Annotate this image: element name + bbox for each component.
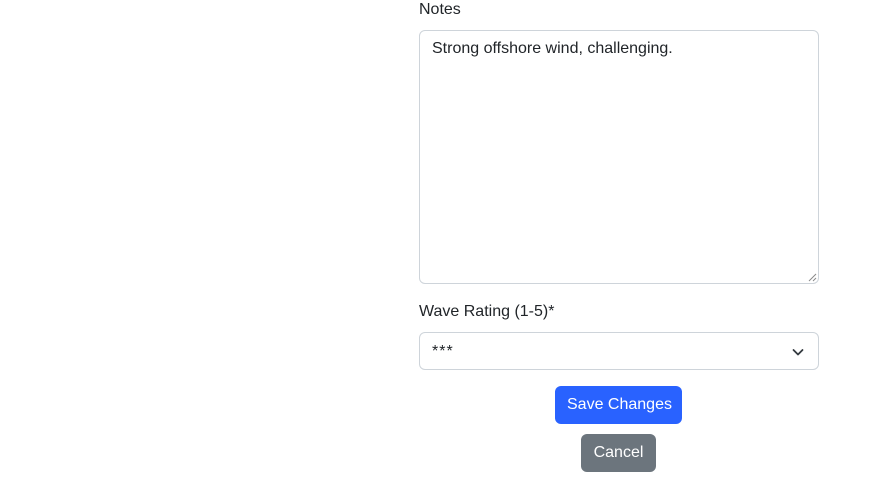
wave-rating-label: Wave Rating (1-5)* [419,303,555,320]
chevron-down-icon [792,349,804,356]
wave-rating-selected-value: *** [432,343,454,360]
notes-label: Notes [419,1,461,18]
notes-textarea[interactable]: Strong offshore wind, challenging. [419,30,819,284]
resize-grip-icon[interactable] [808,273,817,282]
cancel-button[interactable]: Cancel [581,434,656,472]
wave-rating-select[interactable]: *** [419,332,819,370]
save-changes-button[interactable]: Save Changes [555,386,682,424]
notes-value[interactable]: Strong offshore wind, challenging. [432,40,673,57]
